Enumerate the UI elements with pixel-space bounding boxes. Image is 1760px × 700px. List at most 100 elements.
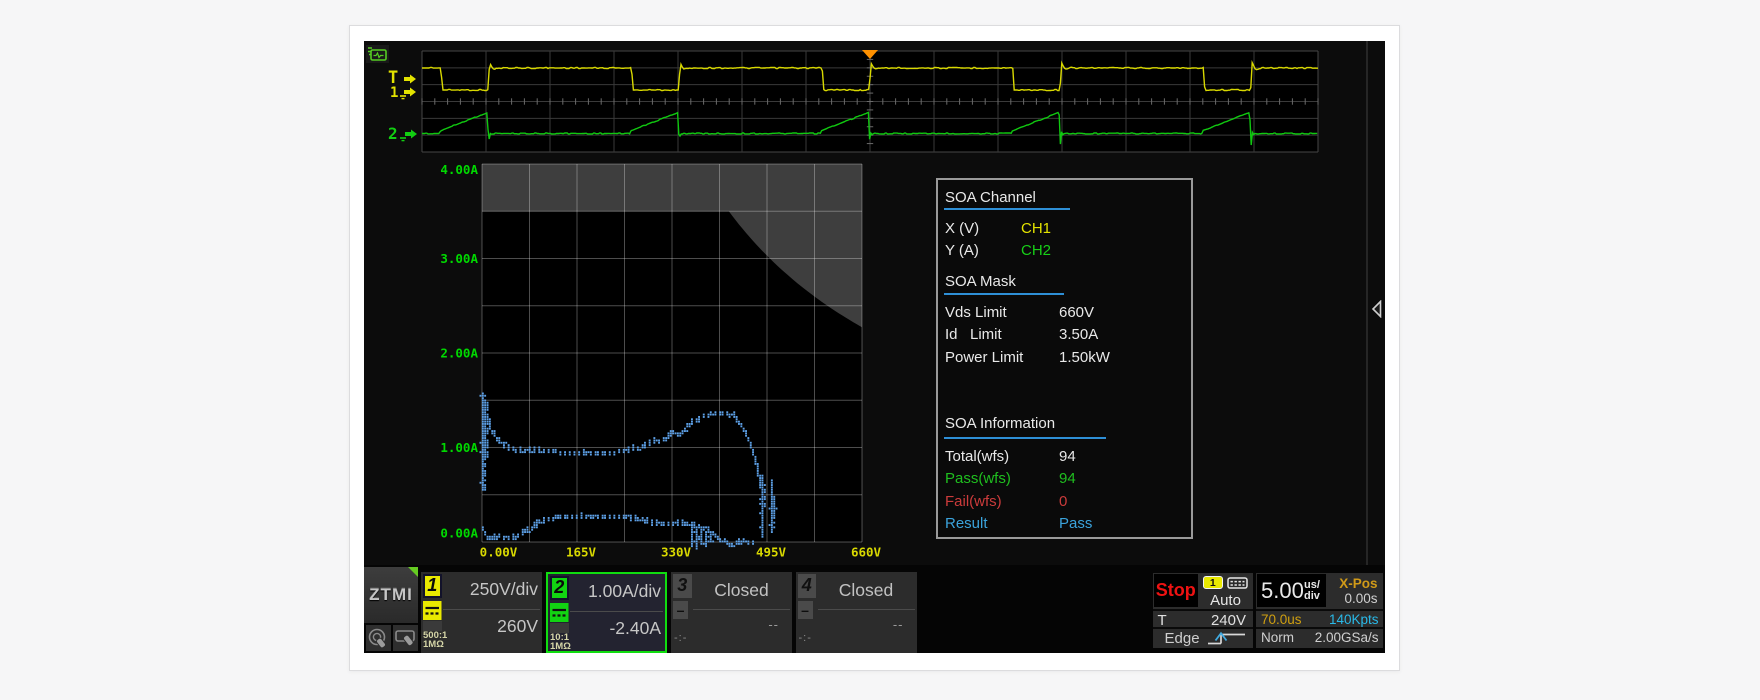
svg-text:2: 2: [388, 124, 398, 143]
trigger-status-group[interactable]: Stop 1 Auto T 240V Edge: [1153, 573, 1254, 649]
channel-value: --: [768, 617, 779, 632]
touchpad-icon: [393, 625, 418, 651]
info-row-label: X (V): [945, 220, 979, 237]
timebase-status-group[interactable]: 5.00 us/ div X-Pos 0.00s 70.0us 140Kpts …: [1256, 573, 1383, 649]
channel-offset: 260V: [497, 616, 538, 637]
channel-4-block[interactable]: 4 – Closed -- -:-: [796, 572, 917, 653]
trigger-source: 1: [1210, 577, 1216, 589]
memory-depth: 140Kpts: [1329, 612, 1379, 627]
info-row-label: Fail(wfs): [945, 493, 1002, 510]
channel-offset: -2.40A: [609, 618, 661, 639]
bus-icon: [1227, 577, 1248, 589]
info-section-title: SOA Information: [945, 415, 1055, 432]
soa-xy-plot[interactable]: 0.00A1.00A2.00A3.00A4.00A0.00V165V330V49…: [424, 156, 894, 576]
channel-state: Closed: [691, 580, 792, 601]
info-section-title: SOA Mask: [945, 273, 1016, 290]
info-row-value: 94: [1059, 448, 1076, 465]
divider: [693, 609, 790, 610]
info-row-value: 660V: [1059, 304, 1094, 321]
info-row-value: CH2: [1021, 242, 1051, 259]
info-row-value: 94: [1059, 470, 1076, 487]
probe-ratio: 10:1 1MΩ: [550, 633, 571, 652]
info-row-label: Pass(wfs): [945, 470, 1011, 487]
svg-text:1.00A: 1.00A: [440, 440, 478, 455]
svg-text:0.00A: 0.00A: [440, 526, 478, 541]
divider: [443, 609, 540, 610]
info-row-label: Y (A): [945, 242, 979, 259]
info-section-underline: [944, 437, 1106, 439]
channel-scale: 1.00A/div: [588, 581, 661, 602]
info-row-label: Id Limit: [945, 326, 1002, 343]
channel-dash-badge: –: [673, 601, 688, 619]
trigger-sweep-mode: Auto: [1199, 592, 1253, 609]
timebase-unit-line2: div: [1304, 591, 1320, 602]
knob-tool-button[interactable]: [366, 625, 391, 651]
svg-text:660V: 660V: [851, 545, 882, 560]
oscilloscope-screen: T12 0.00A1.00A2.00A3.00A4.00A0.00V165V33…: [364, 41, 1385, 653]
knob-icon: [366, 625, 391, 651]
info-row-value: CH1: [1021, 220, 1051, 237]
channel-value: --: [893, 617, 904, 632]
channel-scale: 250V/div: [470, 579, 538, 600]
sample-rate: 2.00GSa/s: [1315, 630, 1379, 645]
divider: [1256, 609, 1383, 611]
page: T12 0.00A1.00A2.00A3.00A4.00A0.00V165V33…: [0, 0, 1760, 700]
channel-1-block[interactable]: 1 250V/div 260V 500:1 1MΩ: [421, 572, 542, 653]
info-row-value: Pass: [1059, 515, 1092, 532]
info-row-value: 3.50A: [1059, 326, 1098, 343]
svg-text:1: 1: [390, 85, 398, 101]
svg-text:2.00A: 2.00A: [440, 346, 478, 361]
capture-window: 70.0us: [1261, 612, 1302, 627]
divider: [1153, 609, 1254, 611]
svg-text:4.00A: 4.00A: [440, 162, 478, 177]
info-row-value: 1.50kW: [1059, 349, 1110, 366]
svg-text:495V: 495V: [756, 545, 787, 560]
channel-3-block[interactable]: 3 – Closed -- -:-: [671, 572, 792, 653]
acquire-mode: Norm: [1261, 630, 1294, 645]
divider: [1256, 627, 1383, 629]
channel-number-badge: 4: [798, 574, 817, 599]
channel-number-badge: 3: [673, 574, 692, 599]
trigger-type: Edge: [1165, 630, 1200, 647]
timebase-unit-line1: us/: [1304, 580, 1320, 591]
side-menu-divider: [1366, 41, 1368, 565]
trigger-source-badge: 1: [1203, 576, 1224, 589]
info-row-label: Total(wfs): [945, 448, 1009, 465]
channel-number-badge: 1: [423, 574, 442, 599]
svg-text:0.00V: 0.00V: [480, 545, 518, 560]
info-row-value: 0: [1059, 493, 1067, 510]
brand-corner-flag: [408, 567, 418, 577]
touchpad-tool-button[interactable]: [393, 625, 418, 651]
probe-ratio: 500:1 1MΩ: [423, 631, 447, 650]
side-menu-collapse-arrow[interactable]: [1370, 300, 1384, 318]
timebase-scale: 5.00: [1261, 578, 1304, 604]
channel-sub: -:-: [799, 632, 812, 644]
xpos-label: X-Pos: [1339, 576, 1377, 591]
xpos-value: 0.00s: [1344, 591, 1377, 606]
dc-coupling-icon: [423, 601, 442, 620]
info-row-label: Vds Limit: [945, 304, 1007, 321]
info-section-underline: [944, 208, 1070, 210]
channel-state: Closed: [816, 580, 917, 601]
info-section-title: SOA Channel: [945, 189, 1036, 206]
soa-info-box: SOA Channel X (V) CH1 Y (A) CH2 SOA Mask Vds L…: [936, 178, 1193, 539]
divider: [570, 611, 663, 612]
channel-number-badge: 2: [550, 576, 569, 601]
info-row-label: Power Limit: [945, 349, 1023, 366]
info-section-underline: [944, 293, 1064, 295]
bottom-status-bar: ZTMI 1: [364, 565, 1385, 653]
timebase-scale-box: 5.00 us/ div: [1257, 574, 1326, 608]
info-row-label: Result: [945, 515, 988, 532]
divider: [818, 609, 915, 610]
channel-sub: -:-: [674, 632, 687, 644]
dc-coupling-icon: [550, 603, 569, 622]
brand-logo[interactable]: ZTMI: [364, 567, 418, 623]
channel-2-block[interactable]: 2 1.00A/div -2.40A 10:1 1MΩ: [546, 572, 667, 653]
acquisition-state: Stop: [1156, 580, 1196, 601]
channel-dash-badge: –: [798, 601, 813, 619]
svg-text:3.00A: 3.00A: [440, 251, 478, 266]
svg-text:165V: 165V: [566, 545, 597, 560]
acquisition-state-box[interactable]: Stop: [1154, 574, 1198, 608]
divider: [1153, 627, 1254, 629]
rising-edge-icon: [1206, 631, 1248, 647]
